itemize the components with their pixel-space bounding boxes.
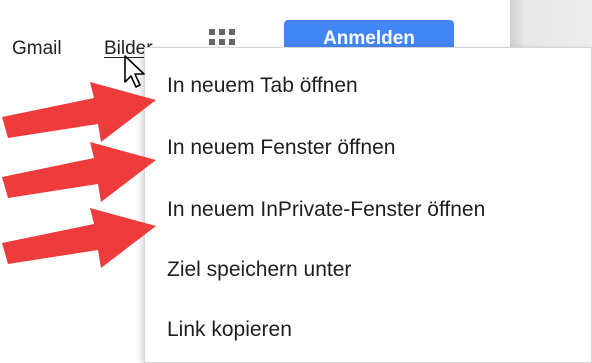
menu-item-save-target-as[interactable]: Ziel speichern unter <box>167 258 351 282</box>
menu-item-open-inprivate-window[interactable]: In neuem InPrivate-Fenster öffnen <box>167 198 485 222</box>
red-arrow-icon <box>2 208 156 268</box>
gmail-link[interactable]: Gmail <box>12 38 62 60</box>
menu-item-open-new-tab[interactable]: In neuem Tab öffnen <box>167 74 358 98</box>
menu-item-open-new-window[interactable]: In neuem Fenster öffnen <box>167 136 395 160</box>
context-menu: In neuem Tab öffnen In neuem Fenster öff… <box>144 47 592 363</box>
apps-grid-icon[interactable] <box>207 29 247 49</box>
menu-item-copy-link[interactable]: Link kopieren <box>167 318 292 342</box>
